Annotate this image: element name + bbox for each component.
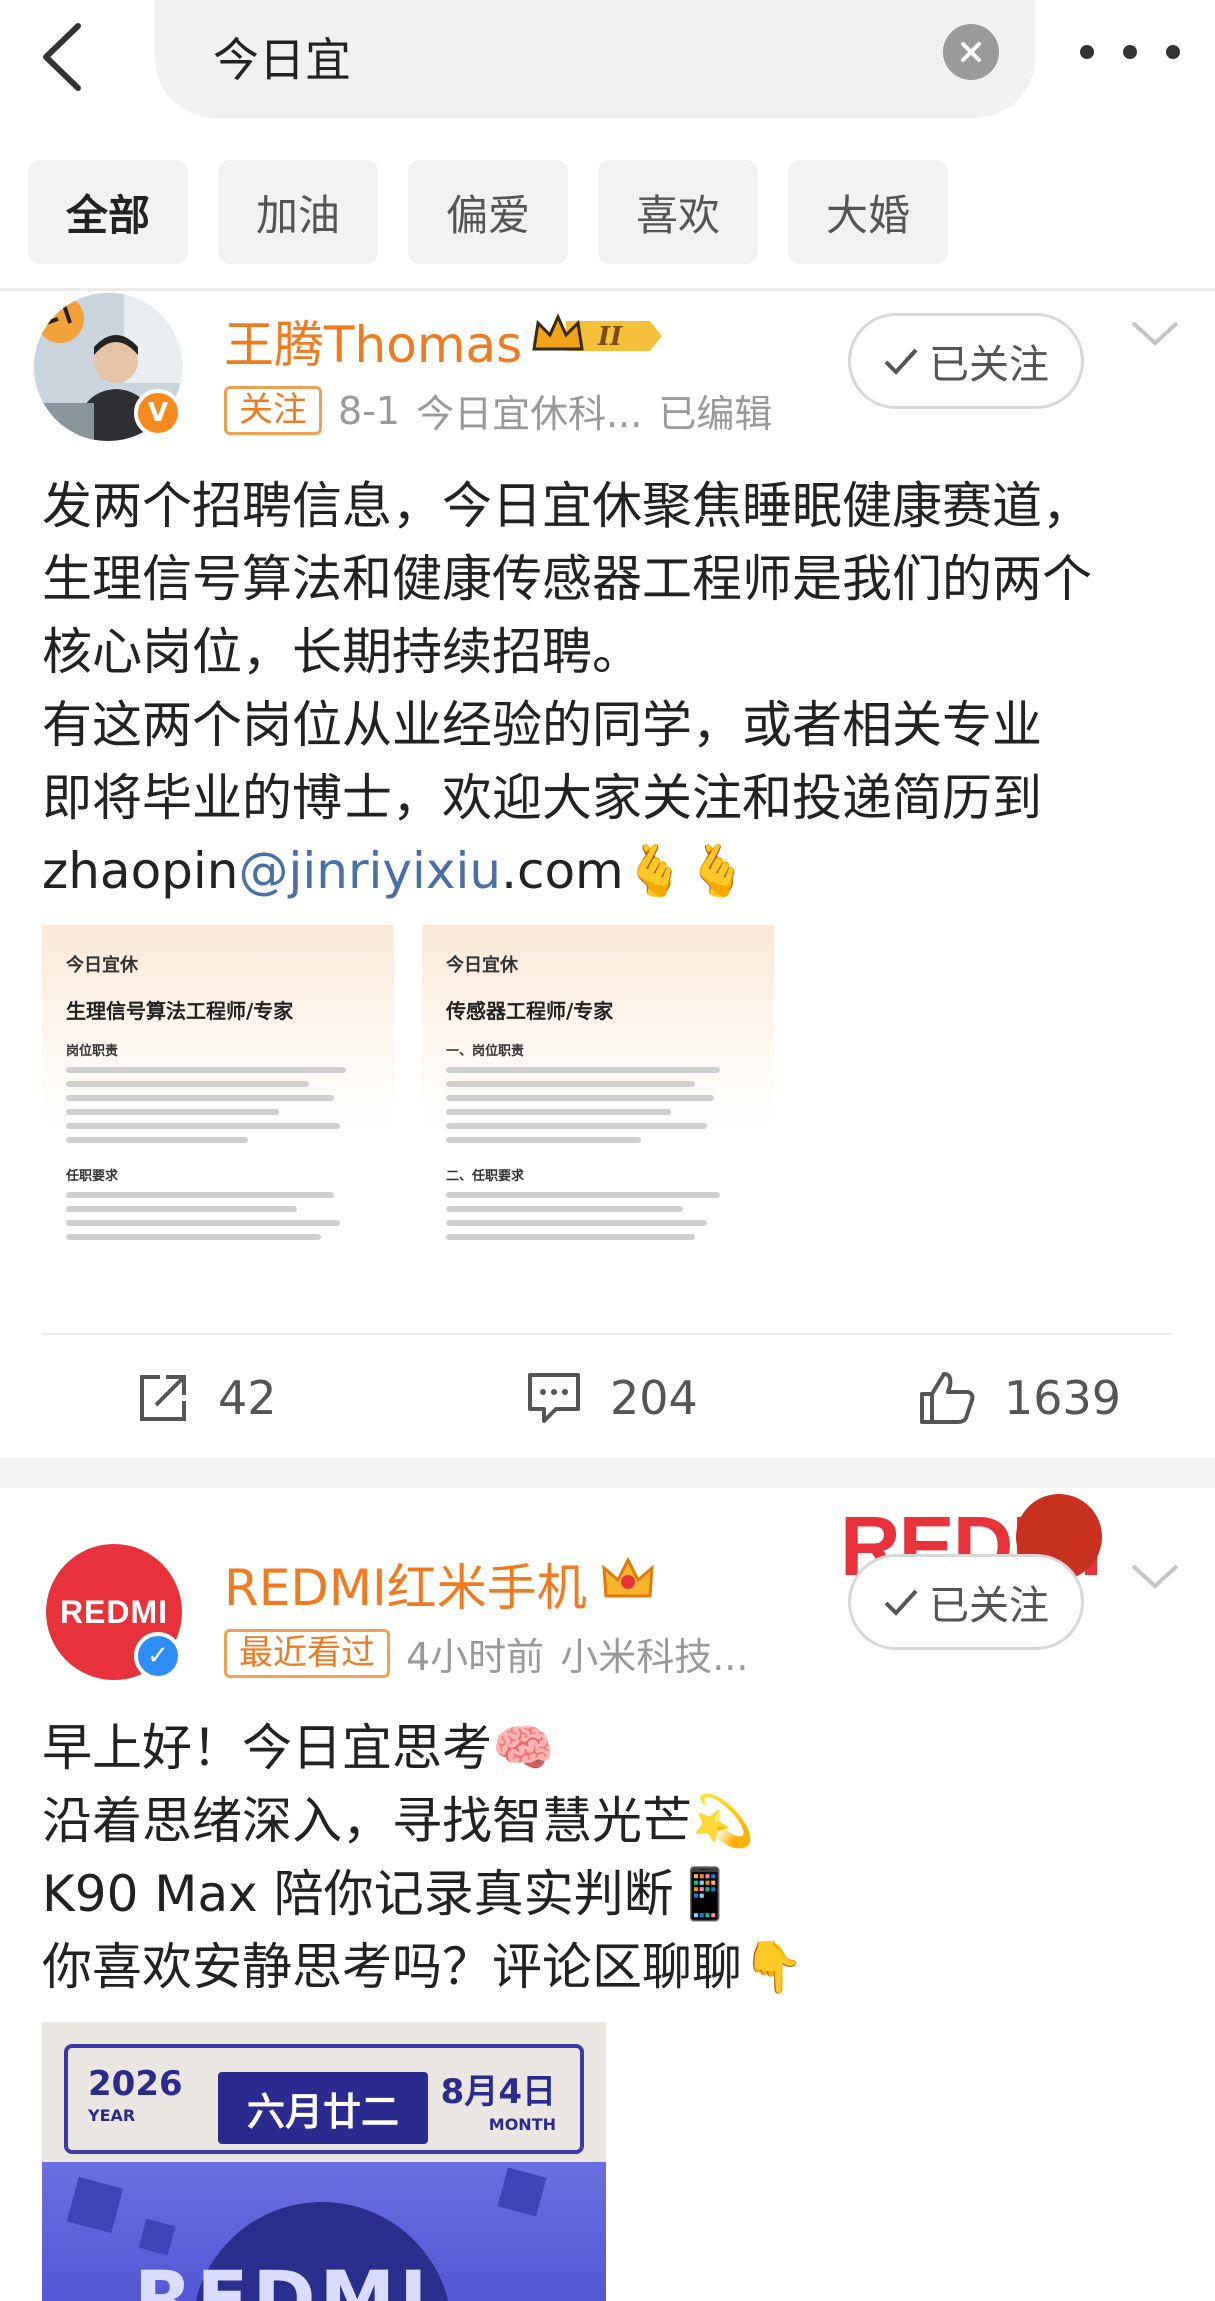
back-button[interactable] — [40, 12, 110, 102]
job-image-sensor[interactable]: 今日宜休 传感器工程师/专家 一、岗位职责 二、任职要求 — [422, 925, 774, 1295]
post-date: 8-1 — [338, 388, 401, 433]
email-line: zhaopin@jinriyixiu.com🫰🫰 — [42, 842, 749, 900]
repost-button[interactable]: 42 — [136, 1338, 277, 1458]
crown-icon: II — [532, 313, 662, 352]
relation-tag: 关注 — [224, 385, 322, 436]
edited-label: 已编辑 — [658, 392, 773, 436]
comment-count: 204 — [610, 1371, 698, 1425]
follow-label: 已关注 — [929, 1583, 1049, 1629]
checkmark-icon — [884, 348, 918, 375]
repost-icon — [140, 1375, 186, 1421]
post-source[interactable]: 小米科技... — [560, 1626, 748, 1681]
top-bar: 今日宜 — [0, 0, 1215, 120]
avatar-text: REDMI — [59, 1593, 169, 1630]
post-source[interactable]: 今日宜休科... — [416, 383, 642, 438]
filter-chip-all[interactable]: 全部 — [28, 160, 188, 264]
filter-chip-xihuan[interactable]: 喜欢 — [598, 160, 758, 264]
search-input[interactable]: 今日宜 — [213, 24, 351, 90]
poster-art: REDMI — [42, 2162, 606, 2301]
post-meta: 最近看过 4小时前 小米科技... — [224, 1626, 748, 1681]
clear-search-icon — [961, 42, 981, 62]
poster-image[interactable]: 2026 YEAR 六月廿二 8月4日 MONTH REDMI — [42, 2022, 606, 2301]
crown-icon — [600, 1552, 656, 1604]
filter-chip-pianai[interactable]: 偏爱 — [408, 160, 568, 264]
repost-count: 42 — [218, 1371, 277, 1425]
image-grid: 今日宜休 生理信号算法工程师/专家 岗位职责 任职要求 今日宜休 传感器工程师/… — [42, 925, 822, 1295]
date-frame: 2026 YEAR 六月廿二 8月4日 MONTH — [64, 2044, 584, 2154]
clear-search-button[interactable] — [943, 24, 999, 80]
chevron-down-icon[interactable] — [1130, 1562, 1180, 1592]
comment-button[interactable]: 204 — [526, 1338, 698, 1458]
post-meta: 关注 8-1 今日宜休科... 已编辑 — [224, 383, 772, 438]
post-time: 4小时前 — [406, 1635, 545, 1679]
poster-lunar-date: 六月廿二 — [218, 2072, 428, 2144]
chevron-down-icon[interactable] — [1130, 319, 1180, 349]
filter-chip-jiayou[interactable]: 加油 — [218, 160, 378, 264]
svg-text:II: II — [597, 322, 623, 352]
poster-month: 8月4日 MONTH — [440, 2072, 556, 2134]
username[interactable]: REDMI红米手机 — [224, 1548, 587, 1620]
poster-year: 2026 YEAR — [88, 2064, 183, 2125]
job-image-algorithm[interactable]: 今日宜休 生理信号算法工程师/专家 岗位职责 任职要求 — [42, 925, 394, 1295]
email-link[interactable]: @jinriyixiu — [238, 842, 501, 900]
follow-label: 已关注 — [929, 342, 1049, 388]
post-body: 早上好！今日宜思考🧠 沿着思绪深入，寻找智慧光芒💫 K90 Max 陪你记录真实… — [42, 1719, 805, 1996]
comment-icon — [528, 1373, 580, 1423]
filter-chips: 全部 加油 偏爱 喜欢 大婚 — [28, 160, 948, 264]
like-count: 1639 — [1004, 1371, 1122, 1425]
filter-chip-dahun[interactable]: 大婚 — [788, 160, 948, 264]
username[interactable]: 王腾Thomas — [224, 305, 522, 377]
relation-tag: 最近看过 — [224, 1628, 390, 1679]
post-card[interactable]: V 王腾Thomas II 关注 8-1 今日宜休科... 已编辑 已关注 发两… — [0, 291, 1215, 1458]
search-bar[interactable]: 今日宜 — [155, 0, 1035, 118]
post-body: 发两个招聘信息，今日宜休聚焦睡眠健康赛道， 生理信号算法和健康传感器工程师是我们… — [42, 470, 1092, 908]
like-icon — [920, 1372, 975, 1424]
checkmark-icon — [884, 1589, 918, 1616]
follow-button[interactable]: 已关注 — [848, 313, 1084, 409]
verified-icon: V — [134, 389, 182, 437]
rank-badge: II — [530, 311, 666, 361]
back-arrow-icon — [43, 23, 81, 91]
verified-icon: ✓ — [134, 1632, 182, 1680]
more-icon[interactable] — [1080, 34, 1180, 70]
follow-button[interactable]: 已关注 — [848, 1554, 1084, 1650]
action-bar: 42 204 1639 — [0, 1338, 1215, 1458]
like-button[interactable]: 1639 — [918, 1338, 1121, 1458]
divider — [42, 1333, 1173, 1335]
feed-separator — [0, 1458, 1215, 1488]
